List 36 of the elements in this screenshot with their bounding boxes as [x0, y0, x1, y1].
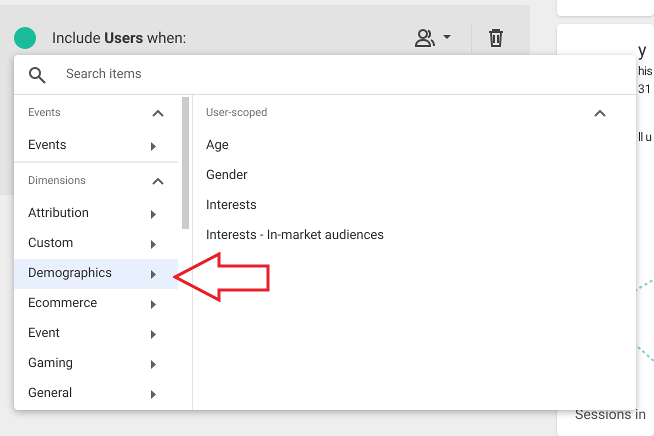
collapse-icon[interactable] — [152, 177, 164, 185]
caret-right-icon — [151, 390, 156, 398]
collapse-icon[interactable] — [152, 109, 164, 117]
caret-right-icon — [151, 210, 156, 218]
card-text: his — [638, 63, 652, 80]
dimension-item[interactable]: Interests — [206, 191, 606, 221]
category-item[interactable]: Demographics — [14, 259, 178, 289]
group-heading: Events — [28, 104, 61, 121]
category-item[interactable]: Custom — [14, 229, 178, 259]
caret-right-icon — [151, 142, 156, 150]
submenu-heading: User-scoped — [206, 104, 268, 121]
dimension-item[interactable]: Age — [206, 131, 606, 161]
category-item[interactable]: Ecommerce — [14, 289, 178, 319]
card-footer: Sessions in — [575, 405, 646, 426]
category-item[interactable]: Attribution — [14, 199, 178, 229]
collapse-icon[interactable] — [594, 109, 606, 117]
caret-right-icon — [151, 300, 156, 308]
category-item[interactable]: General — [14, 379, 178, 409]
caret-right-icon — [151, 240, 156, 248]
card-link[interactable]: ll u — [638, 128, 652, 146]
category-item[interactable]: Event — [14, 319, 178, 349]
condition-label: Include Users when: — [52, 28, 186, 49]
caret-right-icon — [151, 360, 156, 368]
caret-right-icon — [151, 330, 156, 338]
search-field[interactable]: Search items — [66, 64, 622, 84]
card-title: y — [638, 40, 647, 62]
scrollbar[interactable] — [182, 97, 188, 229]
category-item[interactable]: Gaming — [14, 349, 178, 379]
category-item[interactable]: Events — [14, 131, 178, 161]
group-heading: Dimensions — [28, 172, 86, 189]
dimension-item[interactable]: Interests - In-market audiences — [206, 221, 606, 251]
search-icon — [28, 66, 46, 84]
card-text: 31 — [638, 81, 652, 98]
caret-right-icon — [151, 270, 156, 278]
dimension-item[interactable]: Gender — [206, 161, 606, 191]
delete-icon[interactable] — [488, 29, 504, 47]
